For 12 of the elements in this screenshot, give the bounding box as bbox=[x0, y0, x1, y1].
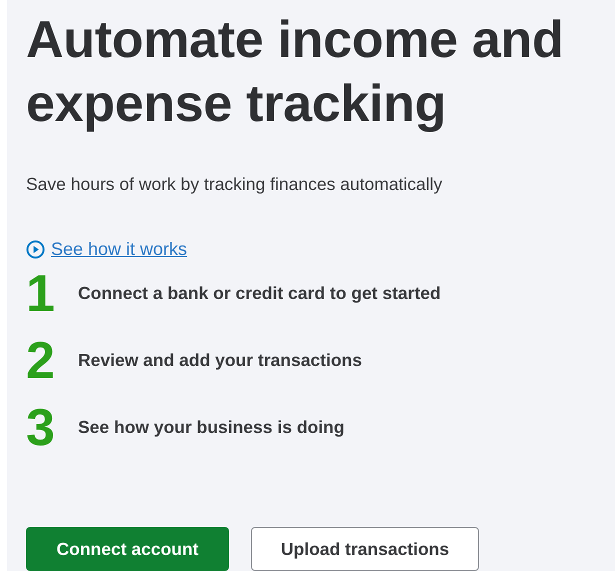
step-number: 2 bbox=[26, 332, 56, 388]
step-text: Connect a bank or credit card to get started bbox=[78, 283, 441, 304]
page-heading: Automate income and expense tracking bbox=[26, 10, 564, 135]
upload-transactions-button[interactable]: Upload transactions bbox=[251, 527, 479, 571]
step-number: 1 bbox=[26, 266, 56, 322]
subtitle-text: Save hours of work by tracking finances automatically bbox=[26, 174, 442, 195]
play-icon[interactable] bbox=[26, 240, 45, 259]
connect-account-button[interactable]: Connect account bbox=[26, 527, 229, 571]
step-text: Review and add your transactions bbox=[78, 350, 362, 371]
step-text: See how your business is doing bbox=[78, 417, 344, 438]
step-number: 3 bbox=[26, 400, 56, 456]
see-how-it-works-link[interactable]: See how it works bbox=[51, 239, 188, 260]
